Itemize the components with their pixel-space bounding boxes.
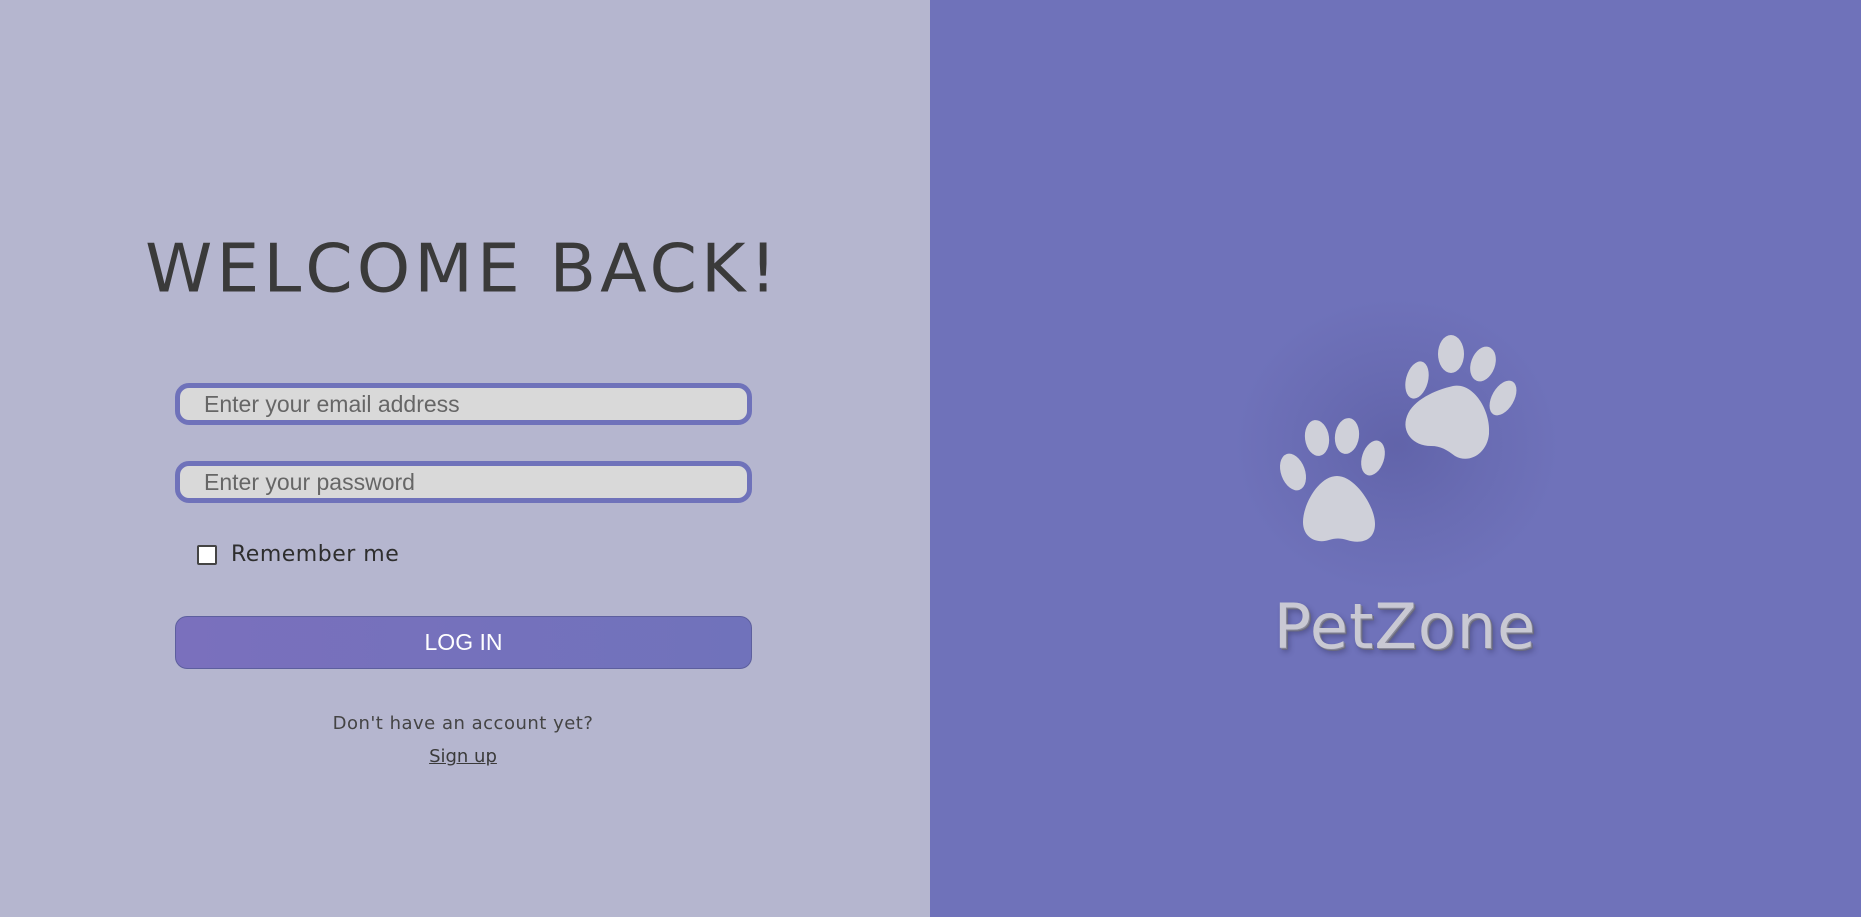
remember-me-label[interactable]: Remember me (231, 542, 399, 567)
email-field[interactable] (175, 383, 752, 425)
signup-prompt: Don't have an account yet? (332, 713, 594, 734)
paw-print-icon (1405, 335, 1517, 459)
paw-print-icon (1279, 418, 1385, 542)
login-button[interactable]: LOG IN (175, 616, 752, 669)
signup-link-row: Sign up (0, 746, 926, 767)
login-panel: WELCOME BACK! Remember me LOG IN Don't h… (0, 0, 930, 917)
password-field[interactable] (175, 461, 752, 503)
login-button-label: LOG IN (424, 629, 503, 655)
login-page: WELCOME BACK! Remember me LOG IN Don't h… (0, 0, 1861, 917)
remember-me-row[interactable]: Remember me (197, 542, 399, 567)
page-title: WELCOME BACK! (145, 230, 781, 309)
remember-me-checkbox[interactable] (197, 544, 217, 565)
signup-link[interactable]: Sign up (429, 746, 497, 767)
brand-name: PetZone (1273, 590, 1537, 663)
